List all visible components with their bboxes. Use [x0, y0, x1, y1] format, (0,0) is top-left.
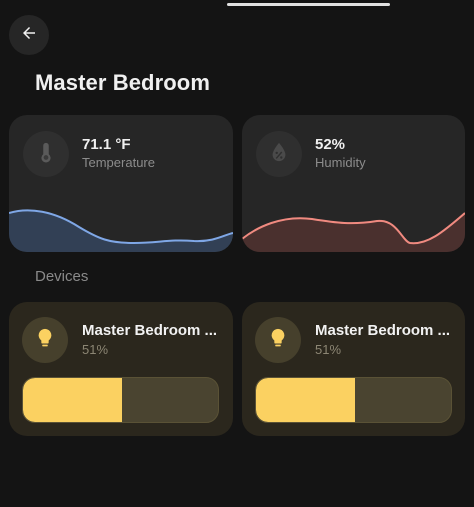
temperature-value: 71.1 °F [82, 136, 131, 153]
brightness-slider[interactable] [255, 377, 452, 423]
light-toggle-button[interactable] [255, 317, 301, 363]
arrow-left-icon [20, 24, 38, 47]
temperature-card[interactable]: 71.1 °F Temperature [9, 115, 233, 252]
humidity-value: 52% [315, 136, 346, 153]
brightness-slider[interactable] [22, 377, 219, 423]
device-brightness-text: 51% [315, 342, 342, 357]
light-card[interactable]: Master Bedroom ... 51% [9, 302, 233, 436]
humidity-card[interactable]: 52% Humidity [242, 115, 465, 252]
screen: Master Bedroom 71.1 °F Temperature 52% H… [0, 0, 474, 507]
device-brightness-text: 51% [82, 342, 109, 357]
back-button[interactable] [9, 15, 49, 55]
thermometer-icon [38, 141, 54, 168]
lightbulb-icon [269, 327, 287, 354]
humidity-icon-circle [256, 131, 302, 177]
light-card[interactable]: Master Bedroom ... 51% [242, 302, 465, 436]
lightbulb-icon [36, 327, 54, 354]
light-toggle-button[interactable] [22, 317, 68, 363]
brightness-slider-fill [256, 378, 356, 422]
brightness-slider-fill [23, 378, 123, 422]
devices-section-label: Devices [35, 268, 89, 285]
temperature-icon-circle [23, 131, 69, 177]
device-name: Master Bedroom ... [315, 322, 451, 339]
humidity-label: Humidity [315, 155, 366, 170]
status-indicator-bar [227, 3, 390, 6]
page-title: Master Bedroom [35, 70, 210, 95]
temperature-label: Temperature [82, 155, 155, 170]
device-name: Master Bedroom ... [82, 322, 218, 339]
water-percent-icon [270, 141, 288, 168]
